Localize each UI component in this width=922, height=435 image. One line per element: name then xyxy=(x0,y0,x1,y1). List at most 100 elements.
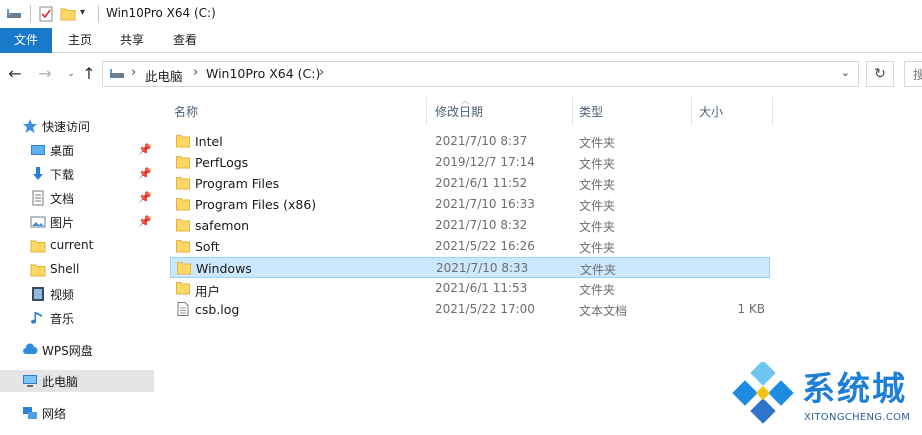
folder-icon xyxy=(176,240,190,253)
table-row[interactable]: PerfLogs 2019/12/7 17:14 文件夹 xyxy=(170,152,770,173)
column-divider[interactable] xyxy=(772,97,773,125)
sidebar-item-current[interactable]: current xyxy=(0,235,154,257)
folder-icon xyxy=(30,240,46,253)
title-separator xyxy=(30,5,31,23)
sidebar-item-label: 音乐 xyxy=(50,312,75,326)
watermark-logo-icon xyxy=(732,362,794,424)
properties-icon[interactable] xyxy=(38,6,54,22)
file-type: 文件夹 xyxy=(579,157,616,171)
watermark: 系统城 XITONGCHENG.COM xyxy=(728,360,922,435)
file-name: Program Files xyxy=(195,176,280,191)
navigation-row: ← → ⌄ ↑ › 此电脑 › Win10Pro X64 (C:) › ⌄ ↻ … xyxy=(0,53,922,95)
watermark-subtext: XITONGCHENG.COM xyxy=(804,412,911,423)
pin-icon[interactable]: 📌 xyxy=(138,167,152,180)
drive-icon[interactable] xyxy=(6,6,22,22)
file-name: Windows xyxy=(196,261,252,276)
forward-arrow-icon[interactable]: → xyxy=(36,65,54,83)
star-icon xyxy=(23,119,37,133)
breadcrumb-chevron-icon[interactable]: › xyxy=(319,65,324,80)
watermark-text: 系统城 xyxy=(802,369,907,408)
back-arrow-icon[interactable]: ← xyxy=(6,65,24,83)
sidebar-item-quick-access[interactable]: 快速访问 xyxy=(0,115,154,137)
file-modified: 2021/7/10 8:37 xyxy=(435,134,528,148)
file-modified: 2021/7/10 8:33 xyxy=(436,261,529,275)
table-row[interactable]: Intel 2021/7/10 8:37 文件夹 xyxy=(170,131,770,152)
column-header-modified[interactable]: 修改日期 xyxy=(435,103,483,120)
pictures-icon xyxy=(30,216,46,228)
sidebar-item-this-pc[interactable]: 此电脑 xyxy=(0,370,154,392)
file-modified: 2019/12/7 17:14 xyxy=(435,155,535,169)
sidebar-item-documents[interactable]: 文档 📌 xyxy=(0,187,154,209)
file-type: 文件夹 xyxy=(579,241,616,255)
sidebar-item-videos[interactable]: 视频 xyxy=(0,283,154,305)
column-divider[interactable] xyxy=(691,97,692,125)
column-header-size[interactable]: 大小 xyxy=(699,103,723,120)
column-header-name[interactable]: 名称 xyxy=(174,103,198,120)
pin-icon[interactable]: 📌 xyxy=(138,215,152,228)
table-row-selected[interactable]: Windows 2021/7/10 8:33 文件夹 xyxy=(170,257,770,278)
breadcrumb-drive[interactable]: Win10Pro X64 (C:) xyxy=(206,66,320,81)
sidebar-item-pictures[interactable]: 图片 📌 xyxy=(0,211,154,233)
ribbon-tabs: 文件 主页 共享 查看 xyxy=(0,28,922,53)
recent-locations-icon[interactable]: ⌄ xyxy=(62,65,80,83)
pin-icon[interactable]: 📌 xyxy=(138,143,152,156)
breadcrumb-chevron-icon[interactable]: › xyxy=(193,65,198,80)
file-name: csb.log xyxy=(195,302,240,317)
window-title: Win10Pro X64 (C:) xyxy=(106,6,216,20)
sidebar-item-label: 文档 xyxy=(50,192,75,206)
file-name: 用户 xyxy=(195,284,221,299)
refresh-button[interactable]: ↻ xyxy=(866,61,894,87)
table-row[interactable]: Soft 2021/5/22 16:26 文件夹 xyxy=(170,236,770,257)
pin-icon[interactable]: 📌 xyxy=(138,191,152,204)
tab-view[interactable]: 查看 xyxy=(164,28,206,53)
music-icon xyxy=(31,312,42,324)
drive-icon xyxy=(110,69,124,78)
file-name: safemon xyxy=(195,218,250,233)
sidebar-item-label: 此电脑 xyxy=(42,375,79,389)
sidebar-item-shell[interactable]: Shell xyxy=(0,259,154,281)
file-name: Program Files (x86) xyxy=(195,197,317,212)
quick-access-dropdown-icon[interactable]: ▾ xyxy=(80,7,96,23)
sidebar-item-music[interactable]: 音乐 xyxy=(0,307,154,329)
file-type: 文本文档 xyxy=(579,304,628,318)
search-input[interactable]: 搜 xyxy=(904,61,922,87)
sidebar-item-downloads[interactable]: 下载 📌 xyxy=(0,163,154,185)
table-row[interactable]: Program Files 2021/6/1 11:52 文件夹 xyxy=(170,173,770,194)
table-row[interactable]: 用户 2021/6/1 11:53 文件夹 xyxy=(170,278,770,299)
file-type: 文件夹 xyxy=(580,263,617,277)
desktop-icon xyxy=(31,145,45,155)
sidebar-item-wps-cloud[interactable]: WPS网盘 xyxy=(0,339,154,361)
table-row[interactable]: Program Files (x86) 2021/7/10 16:33 文件夹 xyxy=(170,194,770,215)
tab-file[interactable]: 文件 xyxy=(0,28,52,53)
address-bar[interactable]: › 此电脑 › Win10Pro X64 (C:) › ⌄ xyxy=(102,61,859,87)
tab-share[interactable]: 共享 xyxy=(112,28,152,53)
table-row[interactable]: safemon 2021/7/10 8:32 文件夹 xyxy=(170,215,770,236)
sidebar-item-label: 下载 xyxy=(50,168,75,182)
download-icon xyxy=(33,167,43,180)
folder-icon xyxy=(176,135,190,148)
file-size: 1 KB xyxy=(737,302,765,316)
sidebar-item-network[interactable]: 网络 xyxy=(0,402,154,424)
sidebar-item-label: 网络 xyxy=(42,407,67,421)
video-icon xyxy=(32,287,44,301)
breadcrumb-this-pc[interactable]: 此电脑 xyxy=(145,66,183,85)
table-row[interactable]: csb.log 2021/5/22 17:00 文本文档 1 KB xyxy=(170,299,770,320)
address-dropdown-icon[interactable]: ⌄ xyxy=(841,66,850,79)
cloud-icon xyxy=(23,343,38,354)
column-divider[interactable] xyxy=(426,97,427,125)
file-type: 文件夹 xyxy=(579,220,616,234)
breadcrumb-chevron-icon[interactable]: › xyxy=(131,65,136,80)
up-arrow-icon[interactable]: ↑ xyxy=(80,65,98,83)
file-modified: 2021/7/10 8:32 xyxy=(435,218,528,232)
folder-icon xyxy=(30,264,46,277)
tab-home[interactable]: 主页 xyxy=(60,28,100,53)
sidebar-item-label: Shell xyxy=(50,262,80,276)
folder-icon xyxy=(176,156,190,169)
column-divider[interactable] xyxy=(572,97,573,125)
new-folder-icon[interactable] xyxy=(60,6,76,22)
navigation-pane: 快速访问 桌面 📌 下载 📌 文档 📌 图片 📌 current Shell 视… xyxy=(0,95,156,435)
sidebar-item-desktop[interactable]: 桌面 📌 xyxy=(0,139,154,161)
column-header-type[interactable]: 类型 xyxy=(579,103,603,120)
title-separator xyxy=(98,5,99,23)
file-modified: 2021/6/1 11:52 xyxy=(435,176,528,190)
